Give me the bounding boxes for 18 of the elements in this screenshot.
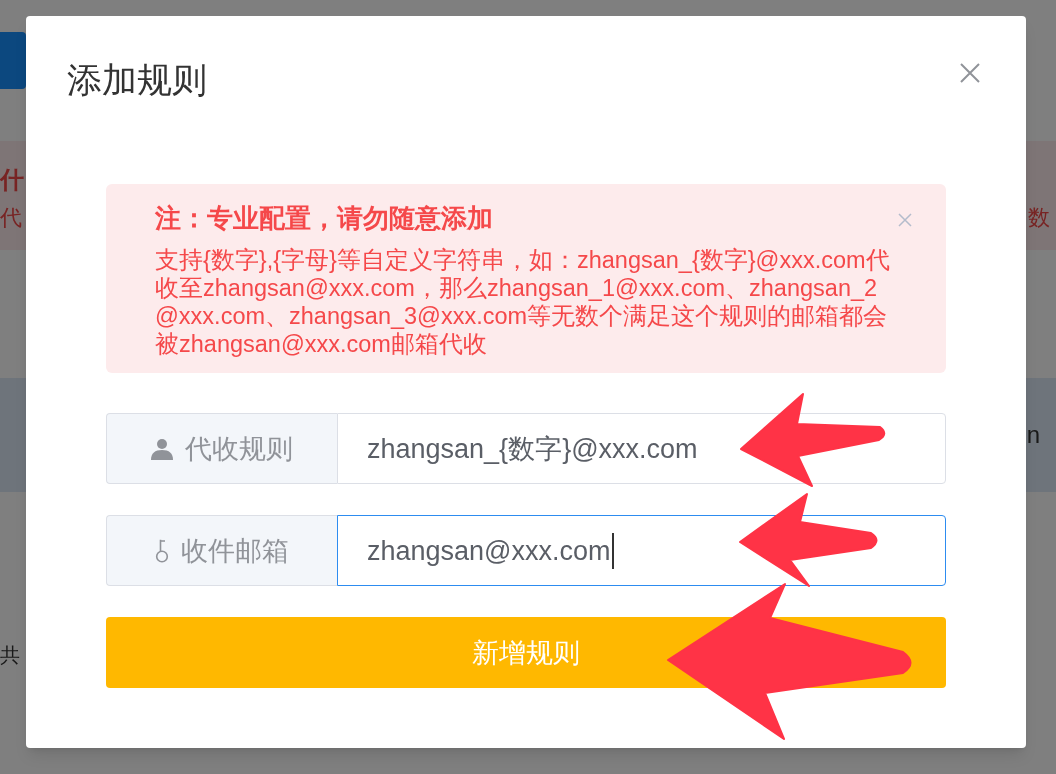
notice-title: 什 — [0, 165, 24, 195]
alert-text: 支持{数字},{字母}等自定义字符串，如：zhangsan_{数字}@xxx.com代收至zhangsan@xxx.com，那么zhangsan_1@xxx.com、zhangsan_2@xxx.com、zhangsan_3@xxx.com等无数个满足这个规则的邮箱都会被zhangsan@xxx.com邮箱代收 — [155, 246, 891, 358]
alert-title: 注：专业配置，请勿随意添加 — [155, 204, 493, 232]
notice-text: 数 — [1028, 204, 1050, 232]
user-icon — [151, 437, 173, 460]
close-icon[interactable] — [898, 213, 912, 227]
key-icon — [155, 538, 169, 563]
field-label: 代收规则 — [185, 432, 293, 466]
primary-button[interactable] — [0, 32, 26, 89]
notice-text: 代 — [0, 204, 22, 232]
footer-text: 共 — [0, 643, 20, 668]
close-icon — [960, 63, 980, 83]
field-label: 收件邮箱 — [181, 534, 289, 568]
text-cursor — [611, 532, 614, 569]
dialog-title: 添加规则 — [67, 60, 207, 100]
row-text: n — [1026, 420, 1040, 450]
input-field[interactable]: zhangsan@xxx.com — [337, 515, 946, 586]
close-button[interactable] — [960, 63, 980, 83]
